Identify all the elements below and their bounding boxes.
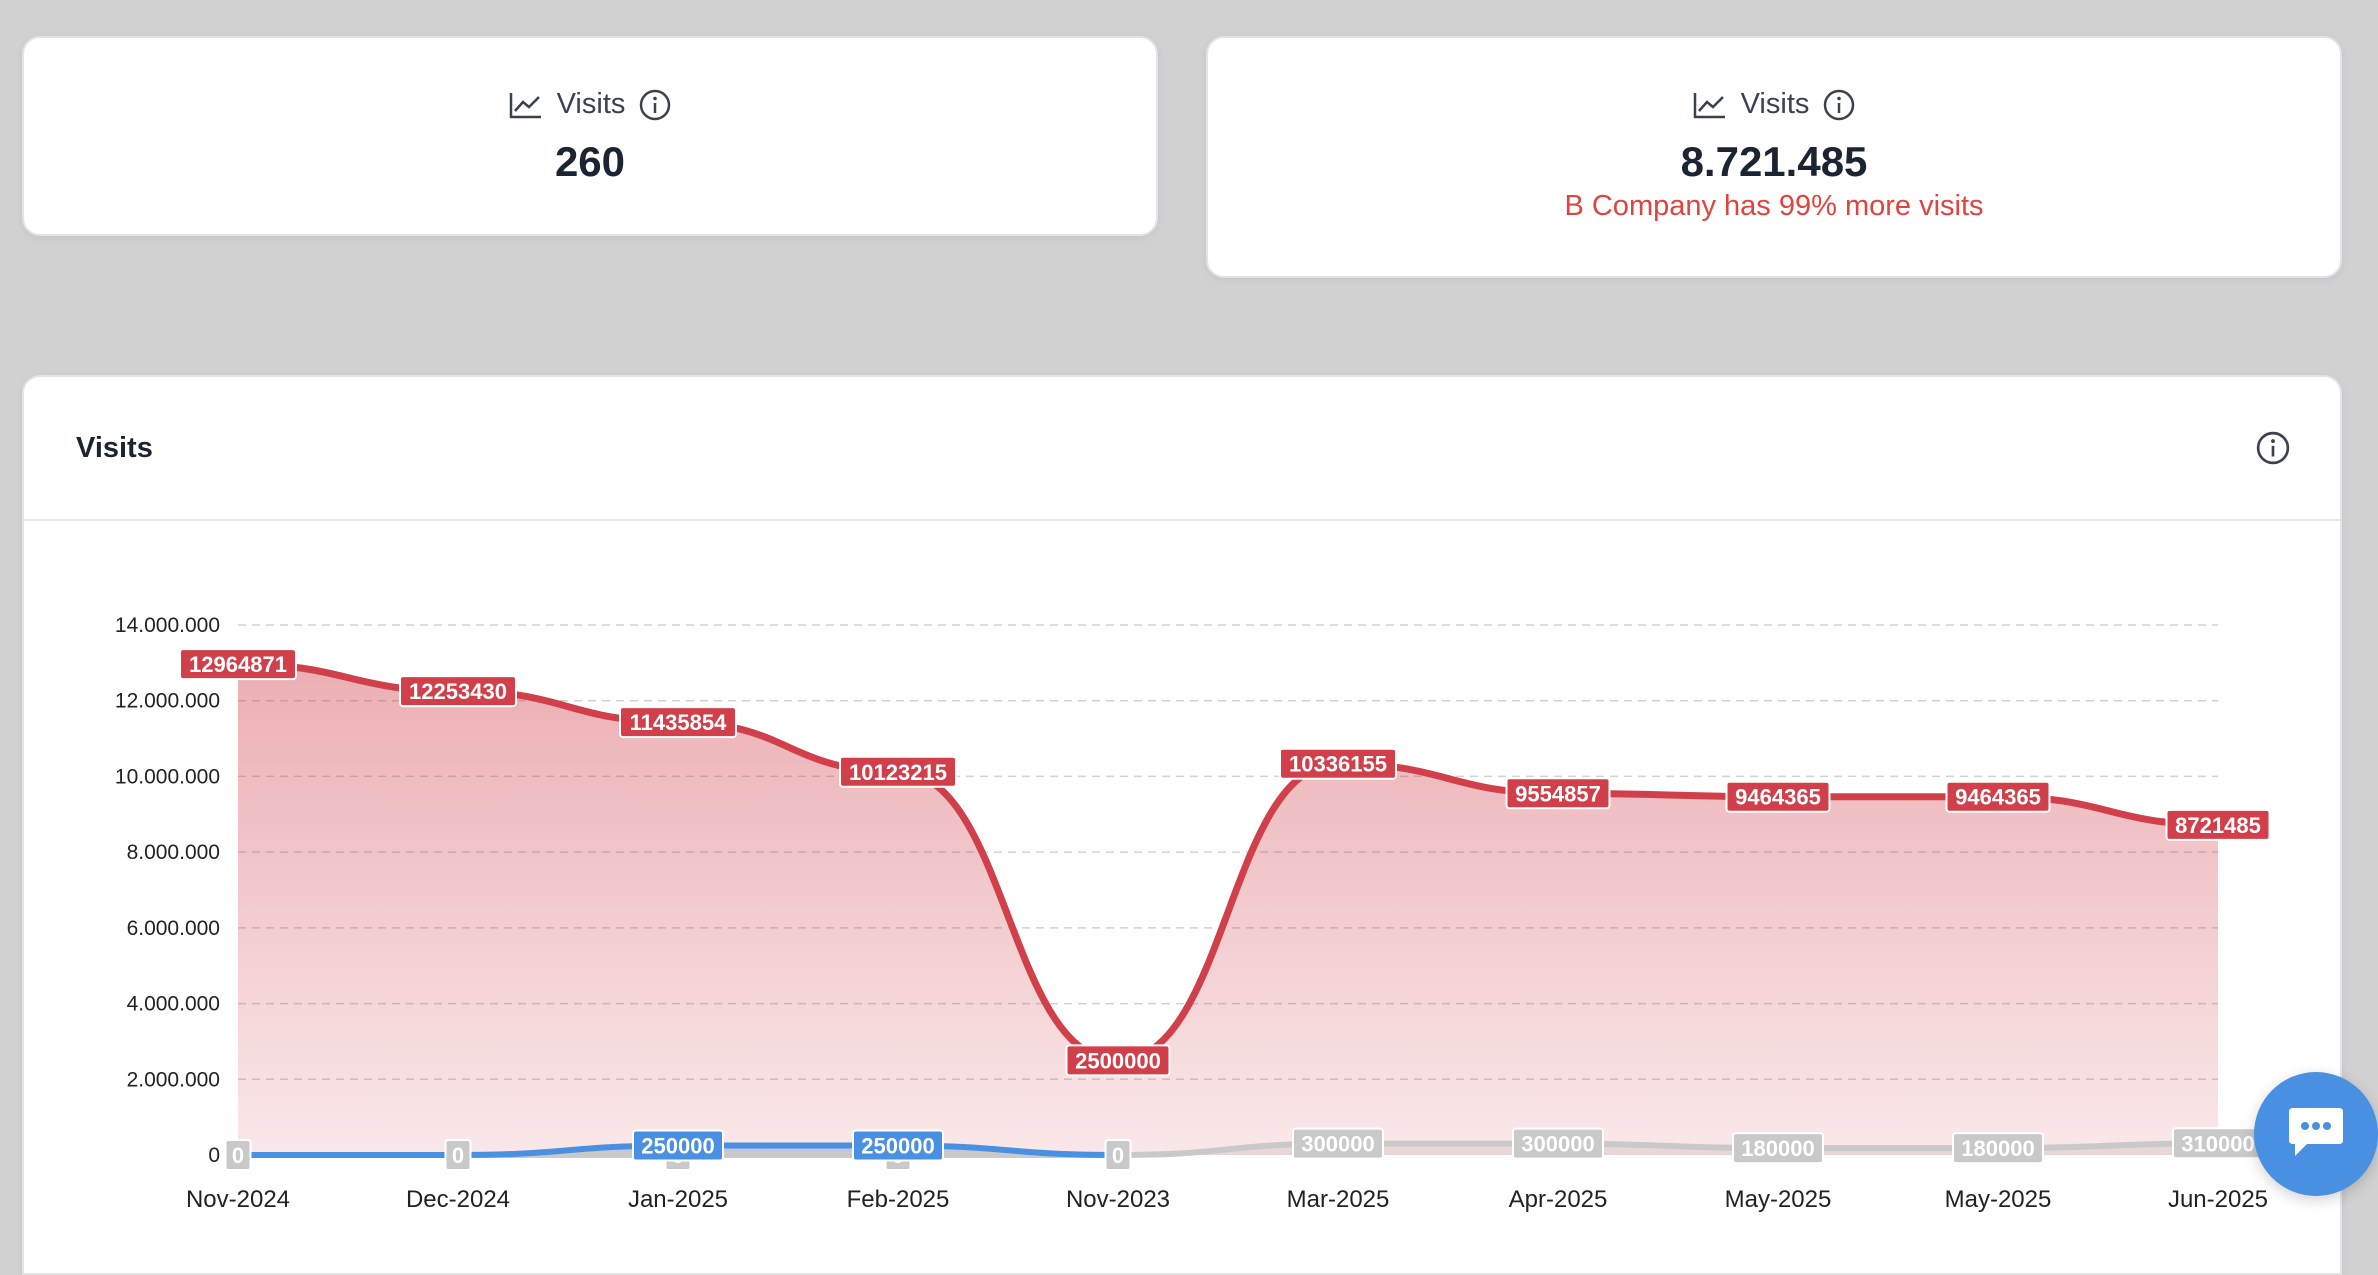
x-tick-label: Jun-2025 (2168, 1186, 2268, 1213)
trend-chart-icon (509, 91, 543, 119)
stat-value: 260 (554, 138, 626, 185)
stat-header: Visits (1208, 88, 2340, 121)
info-icon[interactable] (1823, 89, 1855, 121)
svg-text:300000: 300000 (1301, 1132, 1374, 1157)
data-label: 0 (1104, 1139, 1132, 1171)
data-label: 250000 (852, 1129, 944, 1162)
x-tick-label: Dec-2024 (406, 1186, 510, 1213)
svg-text:8721485: 8721485 (2175, 813, 2261, 838)
svg-text:250000: 250000 (861, 1134, 934, 1159)
data-label: 310000 (2172, 1127, 2264, 1160)
svg-text:2500000: 2500000 (1075, 1048, 1161, 1073)
y-tick-label: 14.000.000 (115, 614, 220, 637)
data-label: 12964871 (179, 648, 297, 681)
x-tick-label: May-2025 (1945, 1186, 2052, 1213)
data-label: 9554857 (1505, 777, 1611, 810)
y-axis: 14.000.000 12.000.000 10.000.000 8.000.000 6… (115, 614, 220, 1167)
y-tick-label: 12.000.000 (115, 690, 220, 713)
svg-text:12964871: 12964871 (189, 652, 287, 677)
y-tick-label: 0 (208, 1144, 220, 1167)
data-label: 10123215 (839, 755, 957, 788)
svg-text:0: 0 (232, 1143, 244, 1168)
y-tick-label: 8.000.000 (127, 841, 220, 864)
svg-text:9554857: 9554857 (1515, 781, 1601, 806)
x-tick-label: Apr-2025 (1509, 1186, 1608, 1213)
x-tick-label: Jan-2025 (628, 1186, 728, 1213)
trend-chart-icon (1693, 91, 1727, 119)
y-tick-label: 2.000.000 (127, 1068, 220, 1091)
comparison-note: B Company has 99% more visits (1564, 190, 1984, 222)
chat-bubble-icon (2285, 1104, 2347, 1165)
data-label: 300000 (1512, 1127, 1604, 1160)
svg-text:11435854: 11435854 (630, 710, 727, 735)
chat-button[interactable] (2254, 1072, 2378, 1196)
svg-text:180000: 180000 (1961, 1136, 2034, 1161)
svg-text:310000: 310000 (2181, 1131, 2254, 1156)
data-label: 0 (444, 1139, 472, 1171)
svg-text:0: 0 (1112, 1143, 1124, 1168)
svg-text:250000: 250000 (641, 1134, 714, 1159)
visits-area-chart: 14.000.000 12.000.000 10.000.000 8.000.000 6… (115, 614, 2271, 1213)
data-label: 9464365 (1945, 780, 2051, 813)
info-icon[interactable] (639, 89, 671, 121)
data-label: 180000 (1952, 1132, 2044, 1165)
visits-chart-card: Visits 14.000.000 12.000.000 10.000.000 8.0… (22, 375, 2342, 1275)
data-label: 11435854 (619, 706, 737, 739)
x-tick-label: Feb-2025 (847, 1186, 950, 1213)
data-label: 250000 (632, 1129, 724, 1162)
y-tick-label: 6.000.000 (127, 917, 220, 940)
data-label: 300000 (1292, 1127, 1384, 1160)
stat-header: Visits (24, 88, 1156, 121)
svg-text:180000: 180000 (1741, 1136, 1814, 1161)
data-label: 2500000 (1065, 1044, 1171, 1077)
y-tick-label: 10.000.000 (115, 765, 220, 788)
svg-text:9464365: 9464365 (1735, 785, 1821, 810)
x-tick-label: May-2025 (1725, 1186, 1832, 1213)
stat-label: Visits (1740, 88, 1810, 120)
svg-text:10336155: 10336155 (1289, 752, 1387, 777)
data-label: 12253430 (399, 675, 517, 708)
data-label: 8721485 (2165, 808, 2271, 841)
x-axis: Nov-2024 Dec-2024 Jan-2025 Feb-2025 Nov-2023… (186, 1186, 2268, 1213)
data-label: 10336155 (1279, 747, 1397, 780)
visits-stat-card-a: Visits 260 (22, 36, 1158, 236)
data-label: 0 (224, 1139, 252, 1171)
svg-text:0: 0 (452, 1143, 464, 1168)
svg-text:9464365: 9464365 (1955, 785, 2041, 810)
x-tick-label: Nov-2024 (186, 1186, 290, 1213)
svg-text:10123215: 10123215 (849, 760, 947, 785)
y-tick-label: 4.000.000 (127, 993, 220, 1016)
svg-text:12253430: 12253430 (409, 679, 507, 704)
x-tick-label: Mar-2025 (1287, 1186, 1390, 1213)
stat-label: Visits (556, 88, 626, 120)
visits-stat-card-b: Visits 8.721.485 B Company has 99% more … (1206, 36, 2342, 278)
x-tick-label: Nov-2023 (1066, 1186, 1170, 1213)
data-label: 9464365 (1725, 780, 1831, 813)
svg-text:300000: 300000 (1521, 1132, 1594, 1157)
stat-value: 8.721.485 (1680, 138, 1868, 185)
data-label: 180000 (1732, 1132, 1824, 1165)
